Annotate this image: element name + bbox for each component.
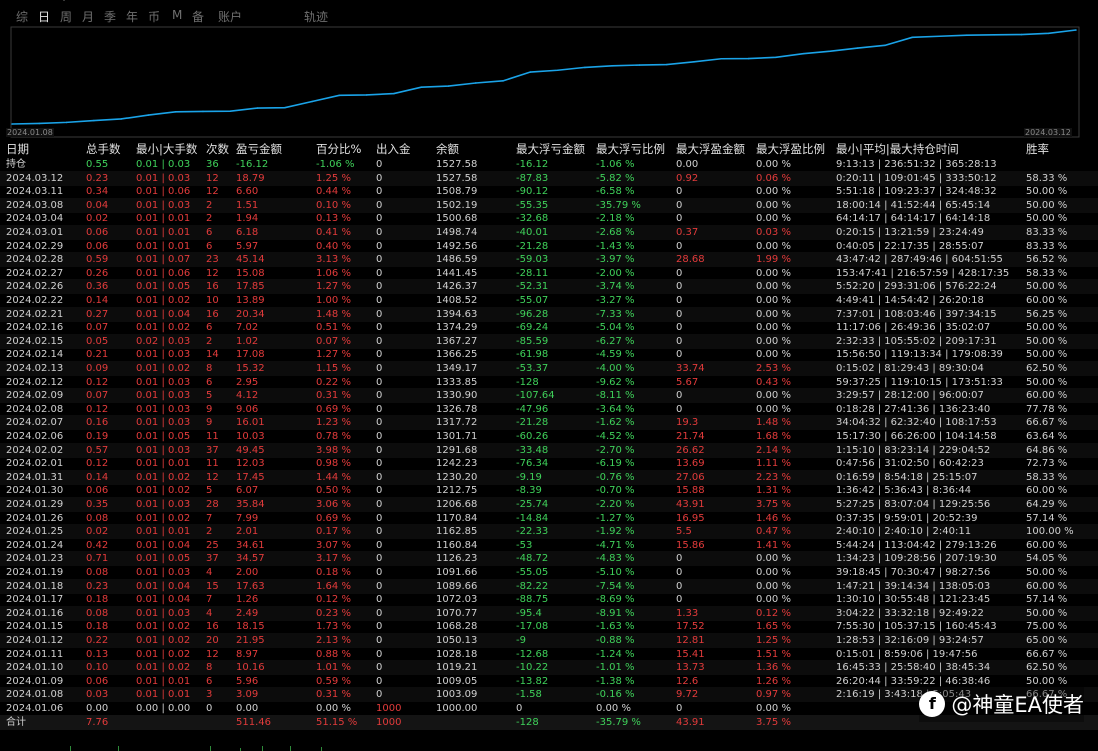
- balance-point: [856, 47, 859, 49]
- bottom-volume-strip: [0, 744, 1098, 751]
- cell-io: 1000: [376, 716, 402, 728]
- balance-chart: [10, 26, 1080, 138]
- cell-fl: -128: [516, 716, 539, 728]
- volume-tick: [262, 746, 263, 751]
- balance-point: [147, 114, 150, 116]
- column-header-io[interactable]: 出入金: [376, 142, 411, 157]
- balance-point: [720, 57, 723, 60]
- balance-point: [393, 92, 395, 95]
- column-header-date[interactable]: 日期: [6, 142, 29, 157]
- column-header-time[interactable]: 最小|平均|最大持仓时间: [836, 142, 959, 157]
- balance-point: [693, 60, 695, 63]
- volume-tick: [321, 747, 322, 751]
- tab-bei[interactable]: 备: [192, 8, 204, 25]
- balance-point: [747, 57, 750, 60]
- column-header-minmax[interactable]: 最小|大手数: [136, 142, 197, 157]
- balance-point: [174, 111, 177, 113]
- tab-day[interactable]: 日: [38, 8, 50, 25]
- column-header-flp[interactable]: 最大浮亏比例: [596, 142, 665, 157]
- column-header-win[interactable]: 胜率: [1026, 142, 1049, 157]
- balance-point: [1020, 33, 1023, 36]
- balance-point: [365, 94, 368, 96]
- balance-point: [65, 121, 68, 124]
- balance-chart-svg: [10, 26, 1080, 138]
- balance-point: [938, 35, 941, 38]
- cell-date: 合计: [6, 716, 26, 728]
- balance-point: [447, 85, 450, 87]
- volume-tick: [290, 746, 291, 751]
- tab-year[interactable]: 年: [126, 8, 138, 25]
- chart-start-date: 2024.01.08: [6, 128, 54, 137]
- balance-point: [529, 71, 532, 73]
- balance-point: [611, 64, 614, 67]
- cell-fpp: 3.75 %: [756, 716, 791, 728]
- watermark-text: @神童EA使者: [951, 693, 1084, 717]
- tab-account[interactable]: 账户: [218, 8, 242, 25]
- column-header-count[interactable]: 次数: [206, 142, 229, 157]
- volume-tick: [70, 746, 71, 751]
- balance-point: [502, 80, 504, 82]
- balance-point: [38, 122, 41, 125]
- column-header-fpp[interactable]: 最大浮盈比例: [756, 142, 825, 157]
- column-header-lots[interactable]: 总手数: [86, 142, 121, 157]
- tab-month[interactable]: 月: [82, 8, 94, 25]
- cell-pct: 51.15 %: [316, 716, 358, 728]
- balance-point: [556, 69, 559, 72]
- balance-point: [474, 82, 477, 84]
- tab-zong[interactable]: 综: [16, 8, 28, 25]
- balance-point: [1047, 32, 1050, 35]
- balance-point: [993, 33, 995, 36]
- volume-tick: [210, 746, 211, 751]
- cell-fp: 43.91: [676, 716, 705, 728]
- balance-point: [884, 44, 886, 47]
- balance-point: [1075, 29, 1077, 31]
- cell-flp: -35.79 %: [596, 716, 641, 728]
- tab-quarter[interactable]: 季: [104, 8, 116, 25]
- balance-point: [775, 56, 777, 59]
- balance-point: [202, 110, 204, 113]
- balance-point: [911, 36, 914, 39]
- balance-point: [802, 52, 804, 55]
- table-header: 日期 总手数 最小|大手数 次数 盈亏金额 百分比% 出入金 余额 最大浮亏金额 最大浮亏比例 最大…: [0, 142, 1098, 157]
- balance-point: [420, 86, 423, 88]
- chart-frame: [10, 26, 1080, 138]
- balance-point: [311, 100, 313, 103]
- column-header-fp[interactable]: 最大浮盈金额: [676, 142, 745, 157]
- balance-point: [11, 123, 13, 125]
- balance-point: [638, 64, 641, 66]
- balance-point: [93, 119, 95, 122]
- column-header-fl[interactable]: 最大浮亏金额: [516, 142, 585, 157]
- balance-point: [256, 107, 259, 109]
- balance-point: [966, 34, 968, 36]
- balance-point: [665, 63, 668, 66]
- column-header-pnl[interactable]: 盈亏金额: [236, 142, 282, 157]
- cell-pnl: 511.46: [236, 716, 271, 728]
- balance-point: [284, 106, 286, 109]
- volume-tick: [118, 746, 119, 751]
- balance-point: [338, 94, 341, 97]
- tab-currency[interactable]: 币: [148, 8, 160, 25]
- column-header-bal[interactable]: 余额: [436, 142, 459, 157]
- tab-m[interactable]: M: [172, 8, 182, 22]
- watermark: f @神童EA使者: [919, 686, 1084, 722]
- tab-track[interactable]: 轨迹: [304, 8, 328, 25]
- column-header-pct[interactable]: 百分比%: [316, 142, 361, 157]
- balance-point: [829, 50, 832, 53]
- balance-point: [584, 66, 586, 69]
- cell-lots: 7.76: [86, 716, 109, 728]
- facebook-icon: f: [919, 691, 946, 717]
- chart-end-date: 2024.03.12: [1024, 128, 1072, 137]
- period-tabs: ▾ 综 日 周 月 季 年 币 M 备 账户 轨迹: [0, 0, 1098, 26]
- balance-point: [229, 110, 232, 112]
- balance-point: [120, 118, 122, 120]
- tab-week[interactable]: 周: [60, 8, 72, 25]
